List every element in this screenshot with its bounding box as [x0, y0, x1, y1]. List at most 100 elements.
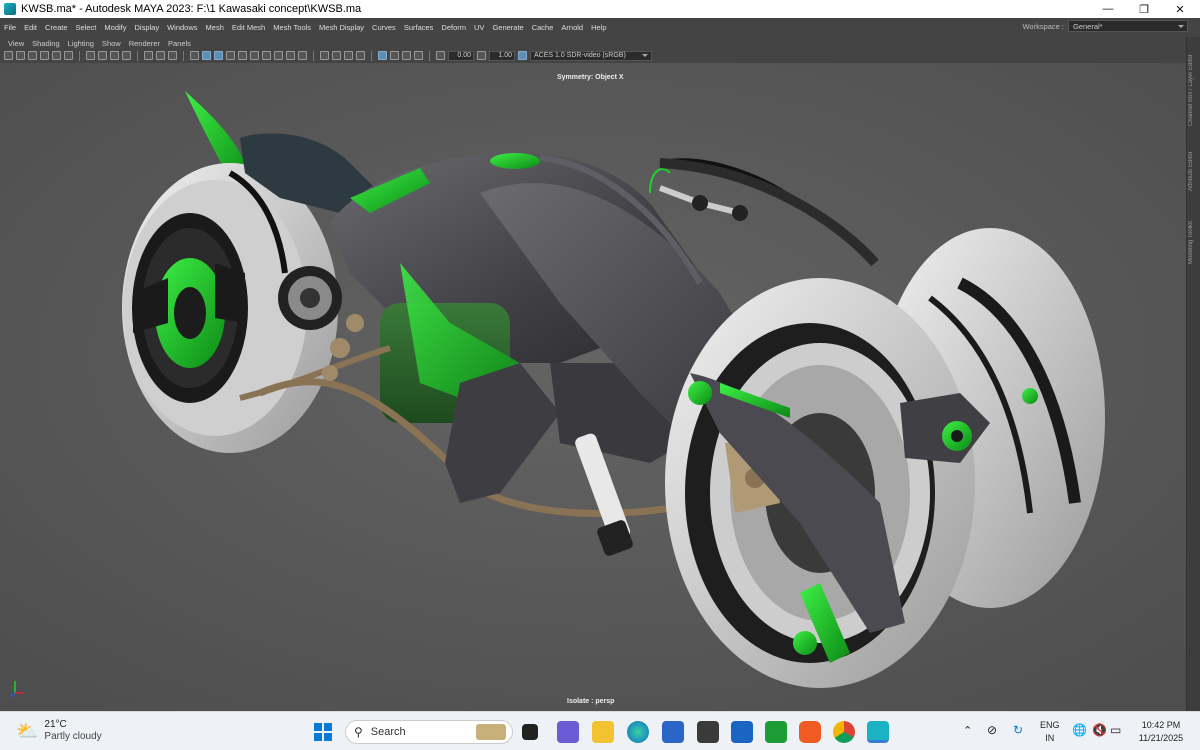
- bookmark-icon[interactable]: [28, 51, 37, 60]
- gamma-field[interactable]: 1.00: [489, 50, 515, 61]
- tab-modeling-toolkit[interactable]: Modeling Toolkit: [1188, 213, 1200, 273]
- store-icon[interactable]: [662, 721, 684, 743]
- ambient-occlusion-icon[interactable]: [262, 51, 271, 60]
- wireframe-shading-icon[interactable]: [190, 51, 199, 60]
- depth-of-field-icon[interactable]: [298, 51, 307, 60]
- menu-curves[interactable]: Curves: [368, 23, 400, 32]
- title-bar: KWSB.ma* - Autodesk MAYA 2023: F:\1 Kawa…: [0, 0, 1200, 18]
- teams-icon[interactable]: [557, 721, 579, 743]
- film-gate-icon[interactable]: [98, 51, 107, 60]
- xray-components-icon[interactable]: [356, 51, 365, 60]
- wireframe-icon[interactable]: [64, 51, 73, 60]
- menu-mesh[interactable]: Mesh: [202, 23, 228, 32]
- symmetry-label: Symmetry: Object X: [557, 74, 624, 81]
- xray-icon[interactable]: [332, 51, 341, 60]
- menu-edit-mesh[interactable]: Edit Mesh: [228, 23, 269, 32]
- show-hidden-icons[interactable]: ⌃: [963, 725, 972, 738]
- viewport-toolbar: 0.00 1.00 ACES 1.0 SDR-video (sRGB): [0, 49, 1185, 62]
- start-button[interactable]: [312, 721, 334, 743]
- menu-uv[interactable]: UV: [470, 23, 488, 32]
- globe-icon[interactable]: 🌐: [1072, 724, 1087, 737]
- backface-culling-icon[interactable]: [390, 51, 399, 60]
- lighting-icon[interactable]: [238, 51, 247, 60]
- field-chart-icon[interactable]: [144, 51, 153, 60]
- exposure-icon[interactable]: [402, 51, 411, 60]
- menu-create[interactable]: Create: [41, 23, 72, 32]
- safe-action-icon[interactable]: [156, 51, 165, 60]
- gamma-icon[interactable]: [414, 51, 423, 60]
- brave-icon[interactable]: [799, 721, 821, 743]
- menu-display[interactable]: Display: [131, 23, 164, 32]
- side-tab-panel: Channel Box / Layer Editor Attribute Edi…: [1186, 37, 1200, 711]
- exposure-settings-icon[interactable]: [436, 51, 445, 60]
- isolate-select-icon[interactable]: [320, 51, 329, 60]
- vp-menu-lighting[interactable]: Lighting: [64, 39, 98, 48]
- vp-menu-show[interactable]: Show: [98, 39, 125, 48]
- gate-mask-icon[interactable]: [122, 51, 131, 60]
- menu-generate[interactable]: Generate: [488, 23, 527, 32]
- shadows-icon[interactable]: [250, 51, 259, 60]
- xbox-icon[interactable]: [765, 721, 787, 743]
- gamma-settings-icon[interactable]: [477, 51, 486, 60]
- minimize-button[interactable]: —: [1090, 0, 1126, 18]
- network-icon[interactable]: ⊘: [987, 724, 997, 737]
- workspace-dropdown[interactable]: General*: [1068, 20, 1188, 32]
- grease-pencil-icon[interactable]: [52, 51, 61, 60]
- resolution-gate-icon[interactable]: [110, 51, 119, 60]
- vp-menu-shading[interactable]: Shading: [28, 39, 64, 48]
- isolate-label: Isolate : persp: [567, 698, 615, 705]
- menu-mesh-display[interactable]: Mesh Display: [315, 23, 368, 32]
- grid-icon[interactable]: [86, 51, 95, 60]
- language-indicator[interactable]: ENG IN: [1040, 719, 1060, 745]
- exposure-field[interactable]: 0.00: [448, 50, 474, 61]
- tab-attribute-editor[interactable]: Attribute Editor: [1188, 145, 1200, 197]
- vp-menu-panels[interactable]: Panels: [164, 39, 195, 48]
- search-label: Search: [370, 726, 406, 738]
- chrome-icon[interactable]: [833, 721, 855, 743]
- smooth-shade-icon[interactable]: [202, 51, 211, 60]
- textured-icon[interactable]: [226, 51, 235, 60]
- select-camera-icon[interactable]: [4, 51, 13, 60]
- motion-blur-icon[interactable]: [274, 51, 283, 60]
- file-explorer-icon[interactable]: [592, 721, 614, 743]
- menu-cache[interactable]: Cache: [528, 23, 558, 32]
- safe-title-icon[interactable]: [168, 51, 177, 60]
- menu-select[interactable]: Select: [72, 23, 101, 32]
- image-plane-icon[interactable]: [40, 51, 49, 60]
- search-highlight-icon: [476, 724, 506, 740]
- menu-deform[interactable]: Deform: [437, 23, 470, 32]
- volume-muted-icon[interactable]: 🔇: [1092, 724, 1107, 737]
- tab-channel-box[interactable]: Channel Box / Layer Editor: [1188, 45, 1200, 135]
- menu-file[interactable]: File: [0, 23, 20, 32]
- menu-modify[interactable]: Modify: [100, 23, 130, 32]
- clock[interactable]: 10:42 PM 11/21/2025: [1135, 719, 1187, 745]
- menu-mesh-tools[interactable]: Mesh Tools: [269, 23, 315, 32]
- camera-attributes-icon[interactable]: [16, 51, 25, 60]
- sync-icon[interactable]: ↻: [1013, 724, 1023, 737]
- close-button[interactable]: ✕: [1162, 0, 1198, 18]
- wireframe-on-shaded-icon[interactable]: [214, 51, 223, 60]
- menu-windows[interactable]: Windows: [163, 23, 201, 32]
- anti-aliasing-icon[interactable]: [286, 51, 295, 60]
- edge-icon[interactable]: [627, 721, 649, 743]
- xray-joints-icon[interactable]: [344, 51, 353, 60]
- window-title: KWSB.ma* - Autodesk MAYA 2023: F:\1 Kawa…: [21, 3, 362, 15]
- task-view-icon[interactable]: [522, 724, 538, 740]
- color-management-icon[interactable]: [518, 51, 527, 60]
- menu-surfaces[interactable]: Surfaces: [400, 23, 438, 32]
- menu-arnold[interactable]: Arnold: [557, 23, 587, 32]
- restore-button[interactable]: ❐: [1126, 0, 1162, 18]
- menu-help[interactable]: Help: [587, 23, 610, 32]
- menu-edit[interactable]: Edit: [20, 23, 41, 32]
- autodesk-app-icon[interactable]: [731, 721, 753, 743]
- two-sided-lighting-icon[interactable]: [378, 51, 387, 60]
- 3d-viewport[interactable]: Symmetry: Object X Isolate : persp: [0, 63, 1186, 711]
- app-cube-icon[interactable]: [697, 721, 719, 743]
- weather-widget[interactable]: ⛅ 21°C Partly cloudy: [16, 719, 102, 743]
- view-transform-dropdown[interactable]: ACES 1.0 SDR-video (sRGB): [530, 50, 652, 61]
- taskbar-search[interactable]: ⚲ Search: [345, 720, 513, 744]
- vp-menu-renderer[interactable]: Renderer: [125, 39, 164, 48]
- battery-icon[interactable]: ▭: [1110, 724, 1121, 737]
- maya-taskbar-icon[interactable]: [867, 721, 889, 743]
- vp-menu-view[interactable]: View: [4, 39, 28, 48]
